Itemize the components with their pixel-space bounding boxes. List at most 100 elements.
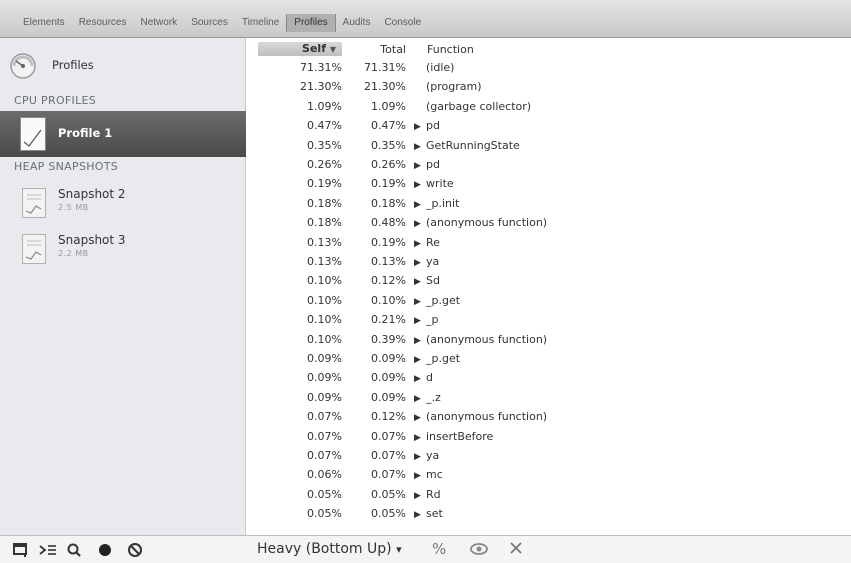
cell-total: 0.07% <box>371 449 406 462</box>
column-header-total[interactable]: Total <box>358 43 406 56</box>
expand-triangle-icon[interactable]: ▶ <box>414 200 426 210</box>
expand-triangle-icon[interactable]: ▶ <box>414 277 426 287</box>
table-row[interactable]: 0.10% 0.39% ▶ (anonymous function) <box>246 330 851 349</box>
table-row[interactable]: 0.19% 0.19% ▶ write <box>246 174 851 193</box>
tab-elements[interactable]: Elements <box>16 14 72 32</box>
expand-triangle-icon[interactable]: ▶ <box>414 239 426 249</box>
expand-triangle-icon[interactable]: ▶ <box>414 471 426 481</box>
table-row[interactable]: 71.31% 71.31% (idle) <box>246 58 851 77</box>
sidebar-item-snapshot-2[interactable]: Snapshot 2 2.5 MB <box>0 184 246 224</box>
snapshot-name: Snapshot 3 <box>58 233 126 247</box>
close-icon[interactable] <box>508 540 524 560</box>
tab-timeline[interactable]: Timeline <box>235 14 288 32</box>
cell-total: 0.12% <box>371 410 406 424</box>
function-name: ya <box>426 255 440 268</box>
cell-self: 0.18% <box>307 216 342 230</box>
table-row[interactable]: 0.18% 0.18% ▶ _p.init <box>246 194 851 213</box>
table-row[interactable]: 0.13% 0.13% ▶ ya <box>246 252 851 271</box>
table-row[interactable]: 0.10% 0.10% ▶ _p.get <box>246 291 851 310</box>
expand-triangle-icon[interactable]: ▶ <box>414 258 426 268</box>
expand-triangle-icon[interactable]: ▶ <box>414 452 426 462</box>
expand-triangle-icon[interactable]: ▶ <box>414 316 426 326</box>
console-icon[interactable] <box>38 541 58 559</box>
tab-sources[interactable]: Sources <box>184 14 235 32</box>
cell-total: 0.07% <box>371 429 406 443</box>
cell-function: (garbage collector) <box>414 100 531 113</box>
table-row[interactable]: 0.09% 0.09% ▶ _p.get <box>246 349 851 368</box>
table-row[interactable]: 0.18% 0.48% ▶ (anonymous function) <box>246 213 851 232</box>
table-row[interactable]: 0.07% 0.07% ▶ ya <box>246 446 851 465</box>
sidebar-item-snapshot-3[interactable]: Snapshot 3 2.2 MB <box>0 230 246 270</box>
expand-triangle-icon[interactable]: ▶ <box>414 180 426 190</box>
table-row[interactable]: 0.10% 0.21% ▶ _p <box>246 310 851 329</box>
column-header-self[interactable]: Self ▼ <box>258 42 342 56</box>
cell-self: 0.05% <box>307 507 342 521</box>
cell-total: 0.05% <box>371 507 406 521</box>
search-icon[interactable] <box>66 541 84 559</box>
table-row[interactable]: 0.06% 0.07% ▶ mc <box>246 465 851 484</box>
column-header-function[interactable]: Function <box>427 43 474 56</box>
function-name: (program) <box>426 80 482 94</box>
percent-toggle-button[interactable]: % <box>432 540 446 558</box>
table-row[interactable]: 1.09% 1.09% (garbage collector) <box>246 97 851 116</box>
expand-triangle-icon[interactable]: ▶ <box>414 433 426 443</box>
expand-triangle-icon[interactable]: ▶ <box>414 510 426 520</box>
expand-triangle-icon[interactable]: ▶ <box>414 394 426 404</box>
expand-triangle-icon[interactable]: ▶ <box>414 161 426 171</box>
chevron-down-icon: ▾ <box>396 543 402 556</box>
cell-function: (idle) <box>414 61 454 74</box>
cell-function: ▶ ya <box>414 255 439 268</box>
tab-console[interactable]: Console <box>377 14 428 32</box>
record-icon[interactable] <box>96 541 114 559</box>
cell-total: 0.07% <box>371 468 406 482</box>
expand-triangle-icon[interactable]: ▶ <box>414 122 426 132</box>
tab-resources[interactable]: Resources <box>72 14 134 32</box>
table-row[interactable]: 0.26% 0.26% ▶ pd <box>246 155 851 174</box>
cell-function: ▶ (anonymous function) <box>414 333 547 346</box>
cell-total: 0.09% <box>371 371 406 385</box>
table-row[interactable]: 21.30% 21.30% (program) <box>246 77 851 96</box>
tab-profiles[interactable]: Profiles <box>287 14 335 32</box>
expand-triangle-icon[interactable]: ▶ <box>414 355 426 365</box>
expand-triangle-icon[interactable]: ▶ <box>414 336 426 346</box>
sidebar-item-profile-1[interactable]: Profile 1 <box>0 111 246 157</box>
table-row[interactable]: 0.09% 0.09% ▶ _.z <box>246 388 851 407</box>
sort-desc-icon: ▼ <box>329 45 336 54</box>
function-name: _p.get <box>426 293 461 307</box>
cell-total: 0.47% <box>371 119 406 133</box>
function-name: _p <box>426 313 439 327</box>
table-row[interactable]: 0.10% 0.12% ▶ Sd <box>246 271 851 290</box>
dock-icon[interactable] <box>12 541 30 559</box>
cell-function: ▶ Sd <box>414 274 440 287</box>
cell-total: 0.39% <box>371 332 406 346</box>
sidebar-profiles-root[interactable]: Profiles <box>0 46 246 84</box>
clear-icon[interactable] <box>126 541 144 559</box>
cell-function: ▶ ya <box>414 449 439 462</box>
table-row[interactable]: 0.09% 0.09% ▶ d <box>246 368 851 387</box>
cell-total: 0.21% <box>371 313 406 327</box>
profile-data-grid: Self ▼ Total Function 71.31% 71.31% (idle)… <box>246 38 851 535</box>
view-mode-select[interactable]: Heavy (Bottom Up) ▾ <box>257 541 402 557</box>
cpu-profiles-heading: CPU PROFILES <box>14 94 97 107</box>
table-row[interactable]: 0.07% 0.12% ▶ (anonymous function) <box>246 407 851 426</box>
table-row[interactable]: 0.35% 0.35% ▶ GetRunningState <box>246 136 851 155</box>
expand-triangle-icon[interactable]: ▶ <box>414 142 426 152</box>
expand-triangle-icon[interactable]: ▶ <box>414 219 426 229</box>
tab-network[interactable]: Network <box>134 14 185 32</box>
table-row[interactable]: 0.07% 0.07% ▶ insertBefore <box>246 427 851 446</box>
table-row[interactable]: 0.13% 0.19% ▶ Re <box>246 233 851 252</box>
table-row[interactable]: 0.05% 0.05% ▶ set <box>246 504 851 523</box>
cell-function: ▶ insertBefore <box>414 430 493 443</box>
cell-self: 0.05% <box>307 487 342 501</box>
expand-triangle-icon[interactable]: ▶ <box>414 491 426 501</box>
eye-icon[interactable] <box>469 541 489 561</box>
expand-triangle-icon[interactable]: ▶ <box>414 374 426 384</box>
expand-triangle-icon[interactable]: ▶ <box>414 297 426 307</box>
table-row[interactable]: 0.47% 0.47% ▶ pd <box>246 116 851 135</box>
tab-audits[interactable]: Audits <box>334 14 378 32</box>
table-row[interactable]: 0.05% 0.05% ▶ Rd <box>246 485 851 504</box>
cell-total: 0.18% <box>371 196 406 210</box>
cell-total: 0.09% <box>371 390 406 404</box>
function-name: set <box>426 507 443 521</box>
expand-triangle-icon[interactable]: ▶ <box>414 413 426 423</box>
